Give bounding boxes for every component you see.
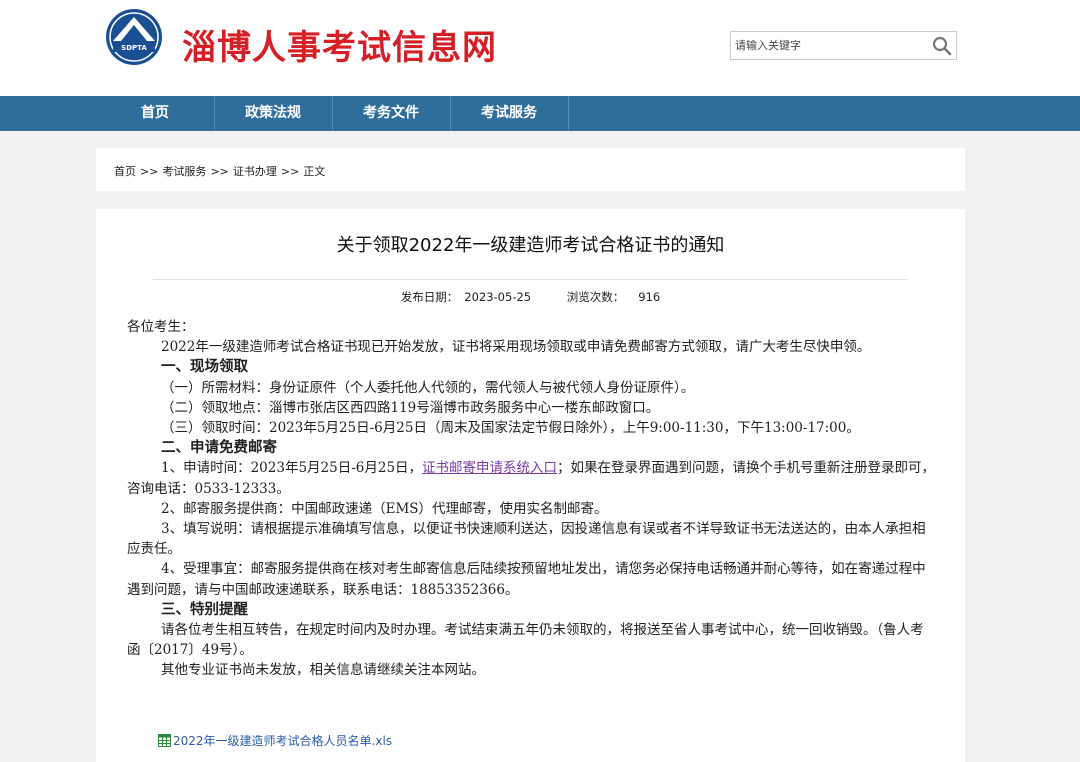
mail-handling: 4、受理事宜：邮寄服务提供商在核对考生邮寄信息后陆续按预留地址发出，请您务必保持… [127, 561, 926, 598]
breadcrumb-home[interactable]: 首页 [114, 165, 136, 178]
section-heading-onsite: 一、现场领取 [161, 359, 248, 376]
site-title[interactable]: 淄博人事考试信息网 [182, 20, 497, 69]
view-count-label: 浏览次数： [566, 290, 625, 304]
breadcrumb-separator: >> [280, 165, 300, 178]
breadcrumb-exam-service[interactable]: 考试服务 [162, 165, 206, 178]
intro-paragraph: 2022年一级建造师考试合格证书现已开始发放，证书将采用现场领取或申请免费邮寄方… [161, 339, 871, 356]
onsite-materials: （一）所需材料：身份证原件（个人委托他人代领的，需代领人与被代领人身份证原件）。 [161, 379, 695, 396]
search-box [730, 31, 957, 60]
publish-date: 2023-05-25 [464, 290, 532, 304]
greeting: 各位考生： [127, 319, 195, 335]
other-certificates-note: 其他专业证书尚未发放，相关信息请继续关注本网站。 [161, 662, 485, 679]
mail-apply-time-text: 1、申请时间：2023年5月25日-6月25日， [161, 460, 423, 477]
breadcrumb-current: 正文 [303, 165, 326, 178]
article-title: 关于领取2022年一级建造师考试合格证书的通知 [336, 235, 725, 256]
breadcrumb-certificate[interactable]: 证书办理 [233, 165, 277, 178]
article-body: 各位考生： 2022年一级建造师考试合格证书现已开始发放，证书将采用现场领取或申… [127, 317, 937, 681]
breadcrumb: 首页 >> 考试服务 >> 证书办理 >> 正文 [96, 148, 965, 191]
mail-fill-instructions: 3、填写说明：请根据提示准确填写信息，以便证书快速顺利送达，因投递信息有误或者不… [127, 521, 926, 558]
nav-item-exam-docs[interactable]: 考务文件 [332, 96, 450, 131]
nav-item-home[interactable]: 首页 [96, 96, 214, 131]
article-meta: 发布日期： 2023-05-25 浏览次数： 916 [96, 289, 965, 305]
nav-divider [568, 96, 569, 131]
mail-application-link[interactable]: 证书邮寄申请系统入口 [422, 460, 557, 476]
section-heading-mail: 二、申请免费邮寄 [161, 440, 277, 457]
title-divider [153, 279, 908, 280]
excel-file-icon [158, 734, 171, 747]
nav-item-exam-service[interactable]: 考试服务 [450, 96, 568, 131]
mail-apply-time: 1、申请时间：2023年5月25日-6月25日，证书邮寄申请系统入口；如果在登录… [127, 458, 937, 498]
site-header: SDPTA 淄博人事考试信息网 [0, 0, 1080, 96]
publish-date-label: 发布日期： [400, 290, 459, 304]
main-nav: 首页 政策法规 考务文件 考试服务 [0, 96, 1080, 131]
onsite-time: （三）领取时间：2023年5月25日-6月25日（周末及国家法定节假日除外），上… [161, 420, 860, 437]
breadcrumb-separator: >> [140, 165, 159, 178]
search-icon[interactable] [931, 35, 953, 57]
search-input[interactable] [731, 32, 926, 59]
nav-item-policy[interactable]: 政策法规 [214, 96, 332, 131]
svg-text:SDPTA: SDPTA [121, 44, 147, 52]
attachment-link[interactable]: 2022年一级建造师考试合格人员名单.xls [158, 732, 392, 749]
onsite-location: （二）领取地点：淄博市张店区西四路119号淄博市政务服务中心一楼东邮政窗口。 [161, 399, 660, 416]
sdpta-logo[interactable]: SDPTA [105, 8, 163, 66]
article-panel: 关于领取2022年一级建造师考试合格证书的通知 发布日期： 2023-05-25 … [96, 209, 965, 762]
mail-provider: 2、邮寄服务提供商：中国邮政速递（EMS）代理邮寄，使用实名制邮寄。 [161, 500, 608, 517]
view-count: 916 [638, 290, 661, 304]
breadcrumb-separator: >> [210, 165, 229, 178]
attachment-filename: 2022年一级建造师考试合格人员名单.xls [173, 734, 393, 748]
section-heading-reminder: 三、特别提醒 [161, 601, 248, 618]
reminder-paragraph: 请各位考生相互转告，在规定时间内及时办理。考试结束满五年仍未领取的，将报送至省人… [127, 622, 924, 659]
